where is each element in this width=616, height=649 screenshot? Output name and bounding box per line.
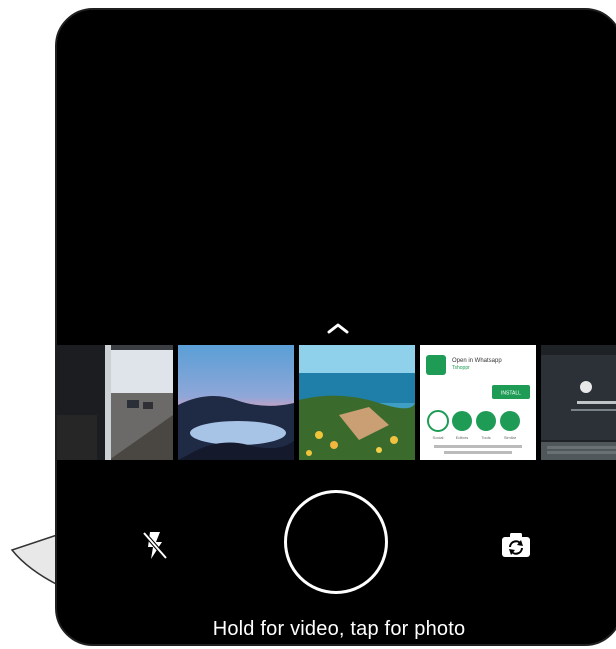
store-card-install: INSTALL bbox=[501, 391, 521, 397]
capture-hint: Hold for video, tap for photo bbox=[212, 618, 466, 640]
store-card-subtitle: Tshoppr bbox=[452, 365, 470, 371]
thumb-lake-sunset[interactable] bbox=[178, 345, 294, 460]
svg-text:Social: Social bbox=[433, 435, 444, 440]
camera-viewfinder[interactable] bbox=[57, 10, 616, 340]
thumb-laptop[interactable] bbox=[541, 345, 616, 460]
svg-text:Similar: Similar bbox=[504, 435, 517, 440]
svg-text:Editors: Editors bbox=[456, 435, 468, 440]
shutter-button[interactable] bbox=[284, 490, 388, 594]
thumb-whatsapp-store[interactable]: Open in Whatsapp Tshoppr INSTALL Social … bbox=[420, 345, 536, 460]
flash-off-icon[interactable] bbox=[138, 528, 172, 562]
chevron-up-icon[interactable] bbox=[325, 320, 351, 336]
thumb-seaside-flowers[interactable] bbox=[299, 345, 415, 460]
camera-screen: Open in Whatsapp Tshoppr INSTALL Social … bbox=[55, 8, 616, 646]
svg-text:Tools: Tools bbox=[481, 435, 490, 440]
switch-camera-icon[interactable] bbox=[499, 528, 533, 562]
store-card-title: Open in Whatsapp bbox=[452, 358, 502, 364]
thumb-window-street[interactable] bbox=[57, 345, 173, 460]
recent-media-strip: Open in Whatsapp Tshoppr INSTALL Social … bbox=[57, 345, 616, 460]
